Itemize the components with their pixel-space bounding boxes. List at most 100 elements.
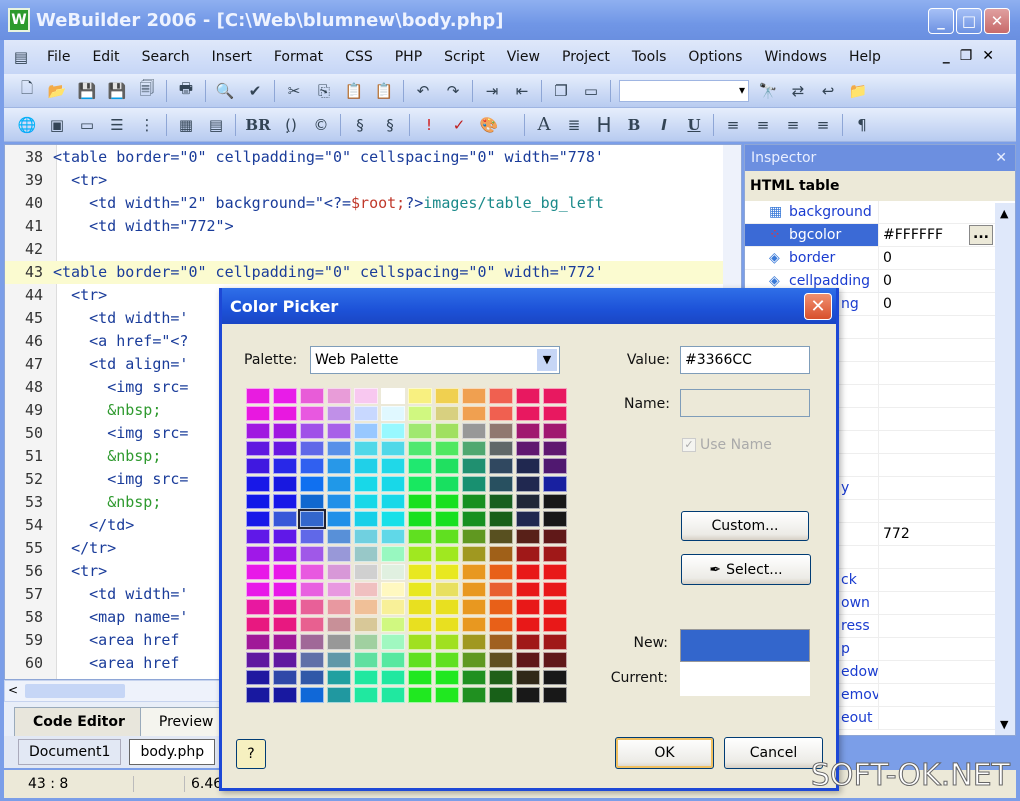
color-swatch[interactable]: [489, 669, 513, 686]
color-swatch[interactable]: [489, 616, 513, 633]
color-swatch[interactable]: [543, 669, 567, 686]
color-swatch[interactable]: [462, 546, 486, 562]
underline-button[interactable]: U: [683, 114, 705, 136]
color-swatch[interactable]: [246, 599, 270, 615]
color-swatch[interactable]: [273, 511, 297, 527]
color-swatch[interactable]: [381, 458, 405, 474]
indent-icon[interactable]: ⇥: [481, 80, 503, 102]
color-swatch[interactable]: [543, 440, 567, 457]
color-swatch[interactable]: [516, 458, 540, 474]
color-swatch[interactable]: [543, 528, 567, 545]
color-swatch[interactable]: [327, 563, 351, 580]
property-value[interactable]: [879, 201, 995, 223]
color-swatch[interactable]: [408, 440, 432, 457]
script-icon[interactable]: §: [349, 114, 371, 136]
name-input[interactable]: [680, 389, 810, 417]
color-swatch[interactable]: [408, 563, 432, 580]
color-swatch[interactable]: [273, 651, 297, 668]
color-swatch[interactable]: [327, 669, 351, 686]
color-swatch[interactable]: [516, 440, 540, 457]
color-swatch[interactable]: [381, 616, 405, 633]
color-swatch[interactable]: [300, 440, 324, 457]
property-row[interactable]: ◈ border 0: [745, 247, 995, 270]
tab-code-editor[interactable]: Code Editor: [14, 707, 144, 736]
color-swatch[interactable]: [489, 493, 513, 510]
color-swatch[interactable]: [435, 440, 459, 457]
color-swatch[interactable]: [327, 475, 351, 492]
color-swatch[interactable]: [435, 651, 459, 668]
color-swatch[interactable]: [273, 634, 297, 650]
color-swatch[interactable]: [298, 509, 326, 529]
color-swatch[interactable]: [354, 581, 378, 598]
document-menu-icon[interactable]: ▤: [10, 46, 32, 68]
color-swatch[interactable]: [381, 669, 405, 686]
property-value[interactable]: [879, 454, 995, 476]
color-swatch[interactable]: [408, 634, 432, 650]
inspector-scrollbar[interactable]: ▲ ▼: [995, 203, 1015, 735]
color-swatch[interactable]: [462, 634, 486, 650]
color-swatch[interactable]: [435, 669, 459, 686]
color-swatch[interactable]: [300, 563, 324, 580]
outdent-icon[interactable]: ⇤: [511, 80, 533, 102]
property-value[interactable]: [879, 592, 995, 614]
find-in-files-icon[interactable]: 📁: [847, 80, 869, 102]
hyperlink-icon[interactable]: 🌐: [16, 114, 38, 136]
color-swatch[interactable]: [273, 563, 297, 580]
color-swatch[interactable]: [408, 493, 432, 510]
doc-tab-document1[interactable]: Document1: [18, 739, 122, 765]
color-swatch[interactable]: [381, 687, 405, 703]
color-swatch[interactable]: [489, 458, 513, 474]
color-swatch[interactable]: [435, 458, 459, 474]
pilcrow-button[interactable]: ¶: [851, 114, 873, 136]
color-swatch[interactable]: [327, 423, 351, 439]
palette-select[interactable]: Web Palette ▼: [310, 346, 560, 374]
dialog-close-button[interactable]: ✕: [804, 293, 832, 320]
color-swatch[interactable]: [462, 563, 486, 580]
color-swatch[interactable]: [489, 475, 513, 492]
color-swatch[interactable]: [381, 388, 405, 404]
inspector-close-icon[interactable]: ✕: [995, 150, 1007, 166]
color-swatch[interactable]: [273, 546, 297, 562]
color-swatch[interactable]: [300, 581, 324, 598]
color-swatch[interactable]: [354, 651, 378, 668]
window-icon[interactable]: ❐: [550, 80, 572, 102]
color-swatch[interactable]: [273, 440, 297, 457]
find-icon[interactable]: 🔭: [757, 80, 779, 102]
color-swatch[interactable]: [516, 528, 540, 545]
color-swatch[interactable]: [408, 511, 432, 527]
color-swatch[interactable]: [462, 405, 486, 422]
color-swatch[interactable]: [408, 528, 432, 545]
color-swatch[interactable]: [273, 405, 297, 422]
paste-special-icon[interactable]: 📋: [373, 80, 395, 102]
property-value[interactable]: 0: [879, 247, 995, 269]
color-swatch[interactable]: [489, 423, 513, 439]
font-button[interactable]: A: [533, 114, 555, 136]
menu-options[interactable]: Options: [677, 49, 753, 65]
color-swatch[interactable]: [435, 405, 459, 422]
bold-button[interactable]: B: [623, 114, 645, 136]
color-swatch[interactable]: [408, 687, 432, 703]
align-left-icon[interactable]: ≡: [722, 114, 744, 136]
color-swatch[interactable]: [300, 528, 324, 545]
color-swatch[interactable]: [354, 528, 378, 545]
color-swatch[interactable]: [435, 423, 459, 439]
ellipsis-button[interactable]: ...: [969, 225, 993, 245]
color-swatch[interactable]: [273, 599, 297, 615]
br-button[interactable]: BR: [244, 114, 272, 136]
color-swatch[interactable]: [381, 440, 405, 457]
color-swatch[interactable]: [489, 511, 513, 527]
property-value[interactable]: #FFFFFF...: [879, 224, 995, 246]
hr-icon[interactable]: ▭: [76, 114, 98, 136]
color-swatch[interactable]: [300, 599, 324, 615]
color-swatch[interactable]: [246, 528, 270, 545]
property-value[interactable]: [879, 477, 995, 499]
justify-icon[interactable]: ≡: [812, 114, 834, 136]
color-swatch[interactable]: [354, 546, 378, 562]
property-row[interactable]: ▦ background: [745, 201, 995, 224]
color-swatch[interactable]: [435, 528, 459, 545]
color-swatch[interactable]: [489, 599, 513, 615]
property-value[interactable]: [879, 339, 995, 361]
color-swatch[interactable]: [489, 687, 513, 703]
color-swatch[interactable]: [462, 423, 486, 439]
color-swatch[interactable]: [246, 687, 270, 703]
